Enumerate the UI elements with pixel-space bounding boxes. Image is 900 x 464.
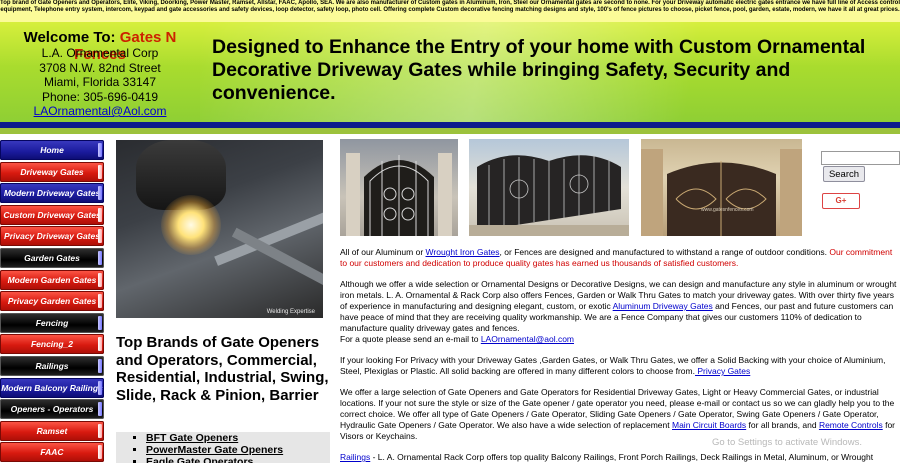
intro-paragraph-5: Railings - L. A. Ornamental Rack Corp of…	[340, 452, 874, 462]
gate-gallery: www.gatesnfences.com	[340, 139, 802, 236]
sidebar-item-label: Openers - Operators	[10, 404, 94, 415]
sidebar-item-label: Driveway Gates	[20, 166, 84, 177]
button-edge-highlight	[98, 315, 102, 330]
search-input[interactable]	[821, 151, 900, 165]
phone-number: Phone: 305-696-0419	[41, 89, 159, 104]
button-edge-highlight	[98, 380, 102, 395]
button-edge-highlight	[98, 423, 102, 438]
intro-paragraph-1: All of our Aluminum or Wrought Iron Gate…	[340, 247, 893, 268]
sidebar-item-ramset[interactable]: Ramset	[0, 420, 104, 441]
google-plus-button[interactable]: G+	[822, 193, 860, 209]
welder-photo-caption: Welding Expertise	[266, 309, 315, 315]
intro-paragraph-2: Although we offer a wide selection or Or…	[340, 279, 897, 344]
email-link[interactable]: LAOrnamental@Aol.com	[34, 104, 167, 118]
top-banner-text: Top brand of Gate Openers and Operators,…	[0, 0, 900, 13]
sidebar-item-label: Privacy Driveway Gates	[4, 231, 100, 242]
sidebar-item-modern-garden-gates[interactable]: Modern Garden Gates	[0, 269, 104, 290]
brand-list: BFT Gate OpenersPowerMaster Gate Openers…	[116, 432, 330, 463]
sidebar-item-label: Modern Garden Gates	[7, 274, 97, 285]
main-circuit-boards-link[interactable]: Main Circuit Boards	[672, 420, 746, 430]
wrought-iron-gates-link[interactable]: Wrought Iron Gates	[426, 247, 500, 257]
contact-block: L.A. Ornamental Corp 3708 N.W. 82nd Stre…	[0, 46, 200, 119]
button-edge-highlight	[98, 445, 102, 460]
sidebar-item-label: Garden Gates	[24, 252, 80, 263]
company-name: L.A. Ornamental Corp	[41, 46, 159, 60]
top-banner: Top brand of Gate Openers and Operators,…	[0, 0, 900, 22]
gate-illustration	[469, 155, 629, 236]
google-plus-icon: G+	[835, 196, 847, 205]
brand-link[interactable]: PowerMaster Gate Openers	[146, 444, 283, 456]
welcome-prefix: Welcome To:	[23, 29, 120, 46]
sidebar-nav: Home Driveway Gates Modern Driveway Gates C…	[0, 140, 106, 464]
sidebar-item-label: Privacy Garden Gates	[7, 296, 97, 307]
brand-list-item: BFT Gate Openers	[146, 432, 330, 444]
privacy-gates-link[interactable]: Privacy Gates	[695, 366, 750, 376]
sidebar-item-driveway-gates[interactable]: Driveway Gates	[0, 161, 104, 182]
brand-list-item: Eagle Gate Operators	[146, 456, 330, 463]
sidebar-item-modern-driveway-gates[interactable]: Modern Driveway Gates	[0, 183, 104, 204]
button-edge-highlight	[98, 358, 102, 373]
sidebar-item-label: Modern Balcony Railings	[1, 382, 103, 393]
sidebar-item-privacy-driveway-gates[interactable]: Privacy Driveway Gates	[0, 226, 104, 247]
sidebar-item-label: Custom Driveway Gates	[3, 209, 101, 220]
sidebar-item-label: Fencing_2	[30, 339, 74, 350]
site-header: Welcome To: Gates N Fences L.A. Ornament…	[0, 22, 900, 122]
button-edge-highlight	[98, 250, 102, 265]
os-activation-watermark: Go to Settings to activate Windows.	[712, 437, 862, 448]
gate-photo-1[interactable]	[340, 139, 458, 236]
sidebar-item-faac[interactable]: FAAC	[0, 442, 104, 463]
sidebar-item-label: Home	[40, 145, 64, 155]
button-edge-highlight	[98, 207, 102, 222]
gate-illustration: www.gatesnfences.com	[641, 149, 802, 236]
sidebar-item-label: Fencing	[35, 317, 69, 328]
sidebar-item-label: Railings	[35, 360, 69, 371]
gallery-watermark: www.gatesnfences.com	[701, 207, 754, 213]
brand-link[interactable]: BFT Gate Openers	[146, 432, 238, 444]
sidebar-item-fencing-2[interactable]: Fencing_2	[0, 334, 104, 355]
welder-photo: Welding Expertise	[116, 140, 323, 318]
sidebar-item-privacy-garden-gates[interactable]: Privacy Garden Gates	[0, 291, 104, 312]
intro-text: All of our Aluminum or Wrought Iron Gate…	[340, 247, 900, 463]
intro-paragraph-4: We offer a large selection of Gate Opene…	[340, 387, 895, 441]
button-edge-highlight	[98, 402, 102, 417]
button-edge-highlight	[98, 272, 102, 287]
brand-list-item: PowerMaster Gate Openers	[146, 444, 330, 456]
sidebar-item-railings[interactable]: Railings	[0, 355, 104, 376]
sidebar-item-label: Modern Driveway Gates	[3, 188, 101, 199]
button-edge-highlight	[98, 186, 102, 201]
sidebar-item-home[interactable]: Home	[0, 140, 104, 160]
quote-email-link[interactable]: LAOrnamental@aol.com	[481, 334, 574, 344]
street-address: 3708 N.W. 82nd Street	[39, 60, 161, 75]
page-headline: Designed to Enhance the Entry of your ho…	[212, 36, 866, 104]
sidebar-item-openers-operators[interactable]: Openers - Operators	[0, 399, 104, 420]
brands-heading: Top Brands of Gate Openers and Operators…	[116, 334, 329, 404]
search-button[interactable]: Search	[823, 166, 865, 182]
railings-link[interactable]: Railings	[340, 452, 370, 462]
sidebar-item-label: FAAC	[40, 447, 64, 458]
brand-list-box: BFT Gate OpenersPowerMaster Gate Openers…	[116, 432, 330, 463]
button-edge-highlight	[98, 294, 102, 309]
sidebar-item-custom-driveway-gates[interactable]: Custom Driveway Gates	[0, 204, 104, 225]
gate-photo-3[interactable]: www.gatesnfences.com	[641, 139, 802, 236]
remote-controls-link[interactable]: Remote Controls	[819, 420, 883, 430]
button-edge-highlight	[98, 229, 102, 244]
button-edge-highlight	[98, 164, 102, 179]
city-address: Miami, Florida 33147	[43, 75, 157, 89]
search-area: Search	[821, 148, 900, 182]
button-edge-highlight	[98, 143, 102, 157]
gate-photo-2[interactable]	[469, 139, 629, 236]
gate-illustration	[346, 153, 452, 236]
sidebar-item-label: Ramset	[36, 425, 68, 436]
sidebar-item-fencing[interactable]: Fencing	[0, 312, 104, 333]
aluminum-driveway-gates-link[interactable]: Aluminum Driveway Gates	[613, 301, 713, 311]
brand-link[interactable]: Eagle Gate Operators	[146, 456, 253, 463]
sidebar-item-garden-gates[interactable]: Garden Gates	[0, 247, 104, 268]
button-edge-highlight	[98, 337, 102, 352]
sidebar-item-modern-balcony-railings[interactable]: Modern Balcony Railings	[0, 377, 104, 398]
welding-spark	[161, 195, 221, 255]
intro-paragraph-3: If your looking For Privacy with your Dr…	[340, 355, 886, 376]
